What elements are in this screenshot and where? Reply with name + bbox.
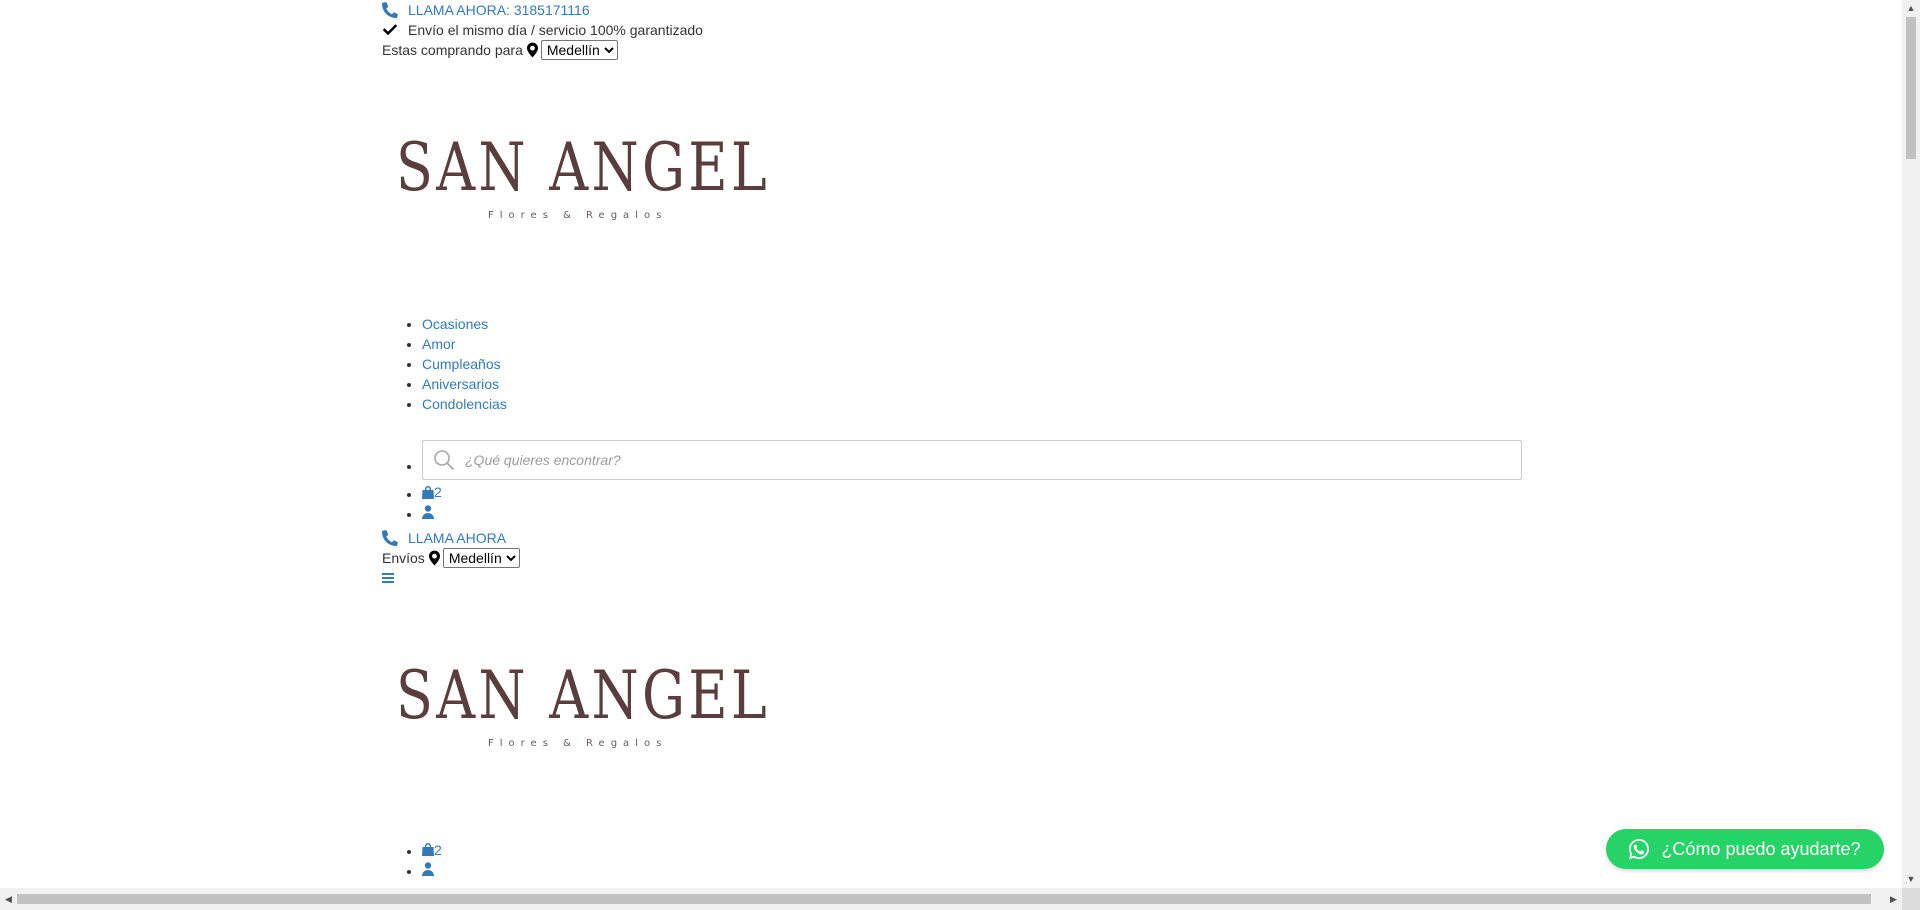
city-selector-line: Estas comprando para Medellín xyxy=(382,40,1522,60)
nav-item-account xyxy=(422,504,1522,524)
nav-item-amor: Amor xyxy=(422,334,1522,354)
nav-link-condolencias[interactable]: Condolencias xyxy=(422,396,507,412)
whatsapp-icon xyxy=(1629,839,1650,859)
horizontal-scroll-thumb[interactable] xyxy=(17,894,1871,904)
mobile-logo-tagline-text: Flores & Regalos xyxy=(488,738,667,749)
cart-count: 2 xyxy=(434,484,442,500)
mobile-city-select[interactable]: Medellín xyxy=(442,547,520,568)
user-icon xyxy=(422,862,434,876)
search-box xyxy=(422,440,1522,480)
scroll-right-arrow-icon[interactable]: ▶ xyxy=(1885,888,1902,910)
guarantee-text: Envío el mismo día / servicio 100% garan… xyxy=(408,22,703,38)
cart-link[interactable]: 2 xyxy=(422,482,442,502)
city-select[interactable]: Medellín xyxy=(540,40,618,60)
mobile-cart-link[interactable]: 2 xyxy=(422,840,442,860)
scroll-up-arrow-icon[interactable]: ▲ xyxy=(1902,0,1920,17)
logo-brand-text: SAN ANGEL xyxy=(396,130,770,206)
logo[interactable]: SAN ANGEL Flores & Regalos xyxy=(396,130,1522,250)
logo-tagline-text: Flores & Regalos xyxy=(488,210,667,221)
search-input[interactable] xyxy=(463,441,1521,479)
mobile-icons: 2 xyxy=(382,840,1522,882)
nav-link-ocasiones[interactable]: Ocasiones xyxy=(422,316,488,332)
guarantee-line: Envío el mismo día / servicio 100% garan… xyxy=(382,20,1522,40)
whatsapp-chat-button[interactable]: ¿Cómo puedo ayudarte? xyxy=(1606,829,1884,869)
nav-item-aniversarios: Aniversarios xyxy=(422,374,1522,394)
scroll-left-arrow-icon[interactable]: ◀ xyxy=(0,888,17,910)
mobile-nav-item-cart: 2 xyxy=(422,840,1522,862)
mobile-call-line: LLAMA AHORA xyxy=(382,528,1522,548)
call-link[interactable]: LLAMA AHORA: 3185171116 xyxy=(408,0,590,20)
mobile-logo[interactable]: SAN ANGEL Flores & Regalos xyxy=(396,658,1522,778)
mobile-logo-image: SAN ANGEL Flores & Regalos xyxy=(396,658,770,749)
vertical-scroll-thumb[interactable] xyxy=(1906,17,1916,159)
shipping-label: Envíos xyxy=(382,549,425,566)
mobile-call-link[interactable]: LLAMA AHORA xyxy=(408,528,506,548)
scroll-down-arrow-icon[interactable]: ▼ xyxy=(1902,871,1920,888)
map-marker-icon xyxy=(428,550,440,566)
shopping-for-label: Estas comprando para xyxy=(382,42,523,58)
nav-link-aniversarios[interactable]: Aniversarios xyxy=(422,376,499,392)
nav-item-ocasiones: Ocasiones xyxy=(422,314,1522,334)
vertical-scrollbar[interactable]: ▲ ▼ xyxy=(1902,0,1920,888)
main-nav: Ocasiones Amor Cumpleaños Aniversarios C… xyxy=(382,314,1522,524)
header-container: LLAMA AHORA: 3185171116 Envío el mismo d… xyxy=(382,0,1522,881)
logo-image: SAN ANGEL Flores & Regalos xyxy=(396,130,770,221)
nav-link-amor[interactable]: Amor xyxy=(422,336,455,352)
mobile-logo-brand-text: SAN ANGEL xyxy=(396,658,770,734)
mobile-nav-item-account xyxy=(422,861,1522,881)
account-link[interactable] xyxy=(422,504,434,519)
nav-link-cumpleanos[interactable]: Cumpleaños xyxy=(422,356,501,372)
phone-icon xyxy=(382,529,398,546)
map-marker-icon xyxy=(526,42,538,58)
nav-item-search xyxy=(422,424,1522,480)
mobile-city-line: Envíos Medellín xyxy=(382,547,1522,568)
shopping-bag-icon xyxy=(422,843,434,856)
scrollbar-corner xyxy=(1902,888,1920,910)
search-icon xyxy=(433,449,455,471)
hamburger-line xyxy=(382,568,1522,588)
phone-icon xyxy=(382,2,398,18)
nav-item-cart: 2 xyxy=(422,482,1522,504)
mobile-cart-count: 2 xyxy=(434,841,442,858)
mobile-account-link[interactable] xyxy=(422,862,434,876)
user-icon xyxy=(422,504,434,519)
nav-item-condolencias: Condolencias xyxy=(422,394,1522,414)
shopping-bag-icon xyxy=(422,485,434,499)
horizontal-scrollbar[interactable]: ◀ ▶ xyxy=(0,888,1902,910)
nav-item-cumpleanos: Cumpleaños xyxy=(422,354,1522,374)
whatsapp-label: ¿Cómo puedo ayudarte? xyxy=(1661,838,1861,859)
hamburger-menu-icon[interactable] xyxy=(382,572,394,584)
call-line: LLAMA AHORA: 3185171116 xyxy=(382,0,1522,20)
check-icon xyxy=(382,22,398,38)
page-viewport: LLAMA AHORA: 3185171116 Envío el mismo d… xyxy=(0,0,1902,888)
